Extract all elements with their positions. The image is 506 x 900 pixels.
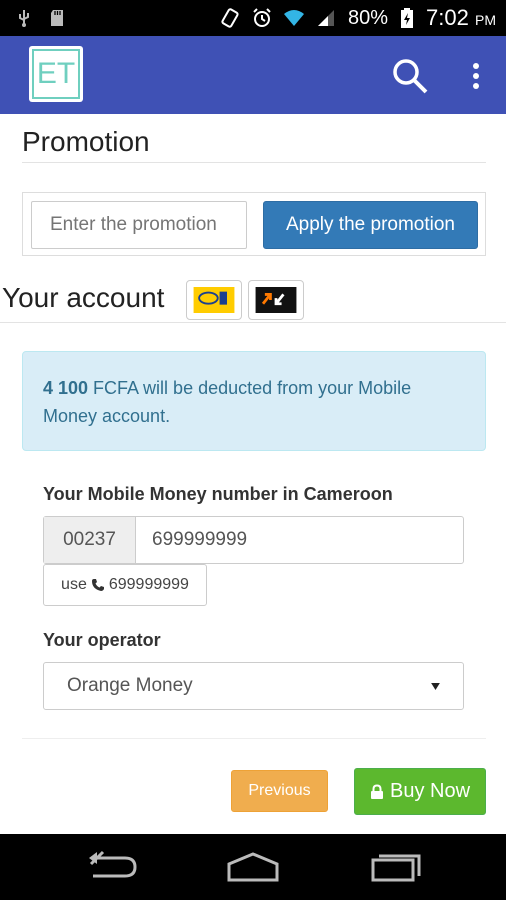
app-bar: ET xyxy=(0,36,506,114)
logo-text: ET xyxy=(32,49,80,99)
account-title: Your account xyxy=(2,282,165,313)
deduction-amount: 4 100 xyxy=(43,378,89,398)
use-number-button[interactable]: use 699999999 xyxy=(43,564,207,606)
number-label: Your Mobile Money number in Cameroon xyxy=(43,484,393,504)
deduction-alert: 4 100 FCFA will be deducted from your Mo… xyxy=(22,351,486,451)
battery-charging-icon xyxy=(401,8,414,28)
orange-money-logo-icon xyxy=(255,287,297,313)
use-prefix: use xyxy=(61,576,87,593)
divider xyxy=(0,322,506,323)
main-content: Promotion Apply the promotion Your accou… xyxy=(0,114,506,834)
buy-now-button[interactable]: Buy Now xyxy=(354,768,486,815)
mtn-logo-icon xyxy=(193,287,235,313)
operator-label: Your operator xyxy=(43,630,161,650)
promotion-panel: Apply the promotion xyxy=(22,192,486,256)
divider xyxy=(22,162,486,163)
clock: 7:02 PM xyxy=(426,5,496,30)
apply-promotion-button[interactable]: Apply the promotion xyxy=(263,201,478,249)
wifi-icon xyxy=(284,10,305,26)
country-code: 00237 xyxy=(44,517,136,563)
operator-select[interactable]: Orange Money xyxy=(43,662,464,710)
use-number: 699999999 xyxy=(108,576,189,593)
previous-button[interactable]: Previous xyxy=(231,770,328,812)
rotate-icon xyxy=(221,8,239,28)
back-icon[interactable] xyxy=(83,850,143,884)
alarm-icon xyxy=(253,8,271,27)
sd-card-icon xyxy=(51,10,63,26)
battery-percent: 80% xyxy=(348,6,389,29)
lock-icon xyxy=(370,783,383,799)
dropdown-arrow-icon xyxy=(431,682,440,690)
phone-icon xyxy=(91,579,104,591)
mtn-mobile-money-button[interactable] xyxy=(186,280,242,320)
status-bar: 80% 7:02 PM xyxy=(0,0,506,36)
operator-selected: Orange Money xyxy=(67,675,193,696)
phone-input-group: 00237 699999999 xyxy=(43,516,464,564)
buy-now-label: Buy Now xyxy=(389,780,471,802)
home-icon[interactable] xyxy=(223,850,283,884)
navigation-bar xyxy=(0,834,506,900)
recent-apps-icon[interactable] xyxy=(365,850,425,884)
more-options-icon[interactable] xyxy=(466,56,486,96)
search-icon[interactable] xyxy=(390,56,430,96)
deduction-message: FCFA will be deducted from your Mobile M… xyxy=(43,378,412,426)
phone-number-input[interactable]: 699999999 xyxy=(136,517,463,563)
promotion-input[interactable] xyxy=(31,201,247,249)
usb-icon xyxy=(19,10,29,27)
promotion-title: Promotion xyxy=(22,126,150,157)
signal-icon xyxy=(318,10,335,26)
divider xyxy=(22,738,486,739)
orange-money-button[interactable] xyxy=(248,280,304,320)
app-logo[interactable]: ET xyxy=(29,46,83,102)
